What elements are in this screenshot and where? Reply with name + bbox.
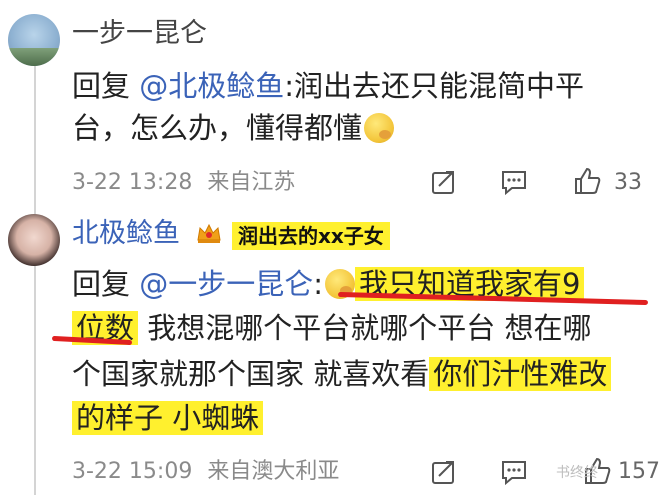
- comment-text: :润出去还只能混简中平: [284, 69, 585, 103]
- thread-line: [34, 60, 36, 495]
- comment-text: :: [313, 267, 324, 301]
- like-count: 157: [618, 459, 660, 484]
- like-count: 33: [614, 170, 642, 195]
- comment-username[interactable]: 北极鲶鱼: [72, 218, 180, 250]
- comment-meta: 3-22 13:28 来自江苏: [72, 169, 295, 197]
- mention-link[interactable]: @北极鲶鱼: [139, 69, 284, 103]
- comment-text: 个国家就那个国家 就喜欢看: [72, 357, 430, 391]
- reply-prefix: 回复: [72, 69, 131, 103]
- highlighted-text: 的样子 小蜘蛛: [72, 401, 264, 435]
- share-icon[interactable]: [430, 168, 458, 196]
- comment-meta: 3-22 15:09 来自澳大利亚: [72, 458, 339, 486]
- reply-prefix: 回复: [72, 267, 131, 301]
- comment-text-line: 位数 我想混哪个平台就哪个平台 想在哪: [72, 310, 591, 346]
- comment-location: 来自江苏: [207, 170, 296, 195]
- comment-text-line: 台，怎么办，懂得都懂: [72, 110, 395, 146]
- avatar[interactable]: [8, 214, 60, 266]
- watermark: 书终终: [556, 465, 598, 481]
- comment-time: 3-22 13:28: [72, 170, 193, 195]
- comment-text-line: 回复 @北极鲶鱼:润出去还只能混简中平: [72, 68, 584, 104]
- annotation-label: 润出去的xx子女: [232, 222, 390, 250]
- comment-location: 来自澳大利亚: [207, 459, 340, 484]
- thinking-emoji-icon: [364, 113, 395, 143]
- comment-text: 我想混哪个平台就哪个平台 想在哪: [138, 311, 592, 345]
- comment-time: 3-22 15:09: [72, 459, 193, 484]
- comment-icon[interactable]: [500, 168, 528, 196]
- like-icon[interactable]: [572, 166, 602, 196]
- vip-crown-icon: [197, 223, 221, 243]
- highlighted-text: 你们汁性难改: [429, 357, 612, 391]
- mention-link[interactable]: @一步一昆仑: [139, 267, 313, 301]
- share-icon[interactable]: [430, 458, 458, 486]
- comment-username[interactable]: 一步一昆仑: [72, 18, 207, 50]
- comment-text-line: 的样子 小蜘蛛: [72, 400, 264, 436]
- comment-text: 台，怎么办，懂得都懂: [72, 111, 363, 145]
- avatar[interactable]: [8, 14, 60, 66]
- comment-icon[interactable]: [500, 458, 528, 486]
- comment-text-line: 个国家就那个国家 就喜欢看 你们汁性难改: [72, 356, 612, 392]
